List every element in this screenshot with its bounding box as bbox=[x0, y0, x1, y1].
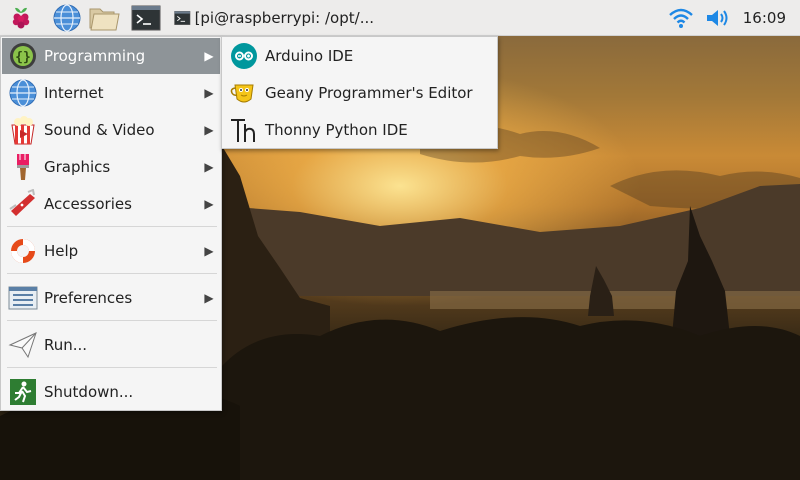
menu-separator bbox=[7, 320, 217, 321]
menu-item-label: Help bbox=[44, 242, 79, 260]
internet-globe-icon bbox=[7, 77, 39, 109]
submenu-item-thonny[interactable]: Thonny Python IDE bbox=[223, 112, 496, 148]
chevron-right-icon: ▶ bbox=[204, 160, 214, 174]
sound-video-icon bbox=[7, 114, 39, 146]
shutdown-exit-icon bbox=[7, 376, 39, 408]
menu-item-programming[interactable]: {} Programming ▶ bbox=[2, 38, 220, 74]
submenu-item-arduino-ide[interactable]: Arduino IDE bbox=[223, 38, 496, 74]
menu-item-label: Graphics bbox=[44, 158, 111, 176]
wifi-status-button[interactable] bbox=[666, 3, 696, 33]
menu-item-label: Programming bbox=[44, 47, 146, 65]
menu-separator bbox=[7, 273, 217, 274]
web-browser-icon bbox=[53, 4, 81, 32]
menu-item-accessories[interactable]: Accessories ▶ bbox=[2, 186, 220, 222]
application-menu: {} Programming ▶ Internet ▶ Sound & Vide… bbox=[0, 36, 222, 411]
programming-submenu: Arduino IDE Geany Programmer's Editor Th… bbox=[221, 36, 498, 149]
chevron-right-icon: ▶ bbox=[204, 291, 214, 305]
run-paper-plane-icon bbox=[7, 329, 39, 361]
thonny-icon bbox=[229, 115, 259, 145]
menu-item-run[interactable]: Run... bbox=[2, 327, 220, 363]
menu-item-help[interactable]: Help ▶ bbox=[2, 233, 220, 269]
volume-icon bbox=[707, 10, 728, 26]
programming-icon: {} bbox=[7, 40, 39, 72]
svg-text:{}: {} bbox=[15, 50, 31, 65]
menu-item-sound-video[interactable]: Sound & Video ▶ bbox=[2, 112, 220, 148]
raspberry-menu-button[interactable] bbox=[6, 3, 36, 33]
menu-item-label: Shutdown... bbox=[44, 383, 134, 401]
file-manager-button[interactable] bbox=[88, 3, 122, 33]
menu-item-label: Sound & Video bbox=[44, 121, 155, 139]
submenu-item-label: Geany Programmer's Editor bbox=[265, 84, 473, 102]
terminal-button[interactable] bbox=[130, 3, 162, 33]
taskbar-terminal-window[interactable]: [pi@raspberrypi: /opt/... bbox=[174, 3, 374, 33]
graphics-brush-icon bbox=[7, 151, 39, 183]
submenu-item-label: Thonny Python IDE bbox=[265, 121, 408, 139]
chevron-right-icon: ▶ bbox=[204, 197, 214, 211]
submenu-item-geany[interactable]: Geany Programmer's Editor bbox=[223, 75, 496, 111]
raspberry-menu-icon bbox=[12, 7, 30, 29]
menu-item-label: Accessories bbox=[44, 195, 132, 213]
accessories-knife-icon bbox=[7, 188, 39, 220]
menu-separator bbox=[7, 226, 217, 227]
menu-item-internet[interactable]: Internet ▶ bbox=[2, 75, 220, 111]
volume-button[interactable] bbox=[704, 3, 734, 33]
help-lifebuoy-icon bbox=[7, 235, 39, 267]
menu-item-label: Run... bbox=[44, 336, 88, 354]
chevron-right-icon: ▶ bbox=[204, 86, 214, 100]
web-browser-button[interactable] bbox=[52, 3, 82, 33]
terminal-icon bbox=[131, 5, 161, 31]
chevron-right-icon: ▶ bbox=[204, 244, 214, 258]
menu-item-label: Preferences bbox=[44, 289, 133, 307]
menu-separator bbox=[7, 367, 217, 368]
clock[interactable]: 16:09 bbox=[743, 9, 786, 27]
menu-item-graphics[interactable]: Graphics ▶ bbox=[2, 149, 220, 185]
wifi-icon bbox=[669, 8, 693, 28]
top-panel: [pi@raspberrypi: /opt/... 16:09 bbox=[0, 0, 800, 36]
menu-item-shutdown[interactable]: Shutdown... bbox=[2, 374, 220, 410]
arduino-icon bbox=[229, 41, 259, 71]
terminal-icon bbox=[174, 11, 191, 25]
menu-item-preferences[interactable]: Preferences ▶ bbox=[2, 280, 220, 316]
menu-item-label: Internet bbox=[44, 84, 104, 102]
preferences-icon bbox=[7, 282, 39, 314]
geany-icon bbox=[229, 78, 259, 108]
chevron-right-icon: ▶ bbox=[204, 123, 214, 137]
file-manager-icon bbox=[89, 8, 120, 31]
submenu-item-label: Arduino IDE bbox=[265, 47, 354, 65]
chevron-right-icon: ▶ bbox=[204, 49, 214, 63]
taskbar-window-title: [pi@raspberrypi: /opt/... bbox=[194, 9, 374, 27]
